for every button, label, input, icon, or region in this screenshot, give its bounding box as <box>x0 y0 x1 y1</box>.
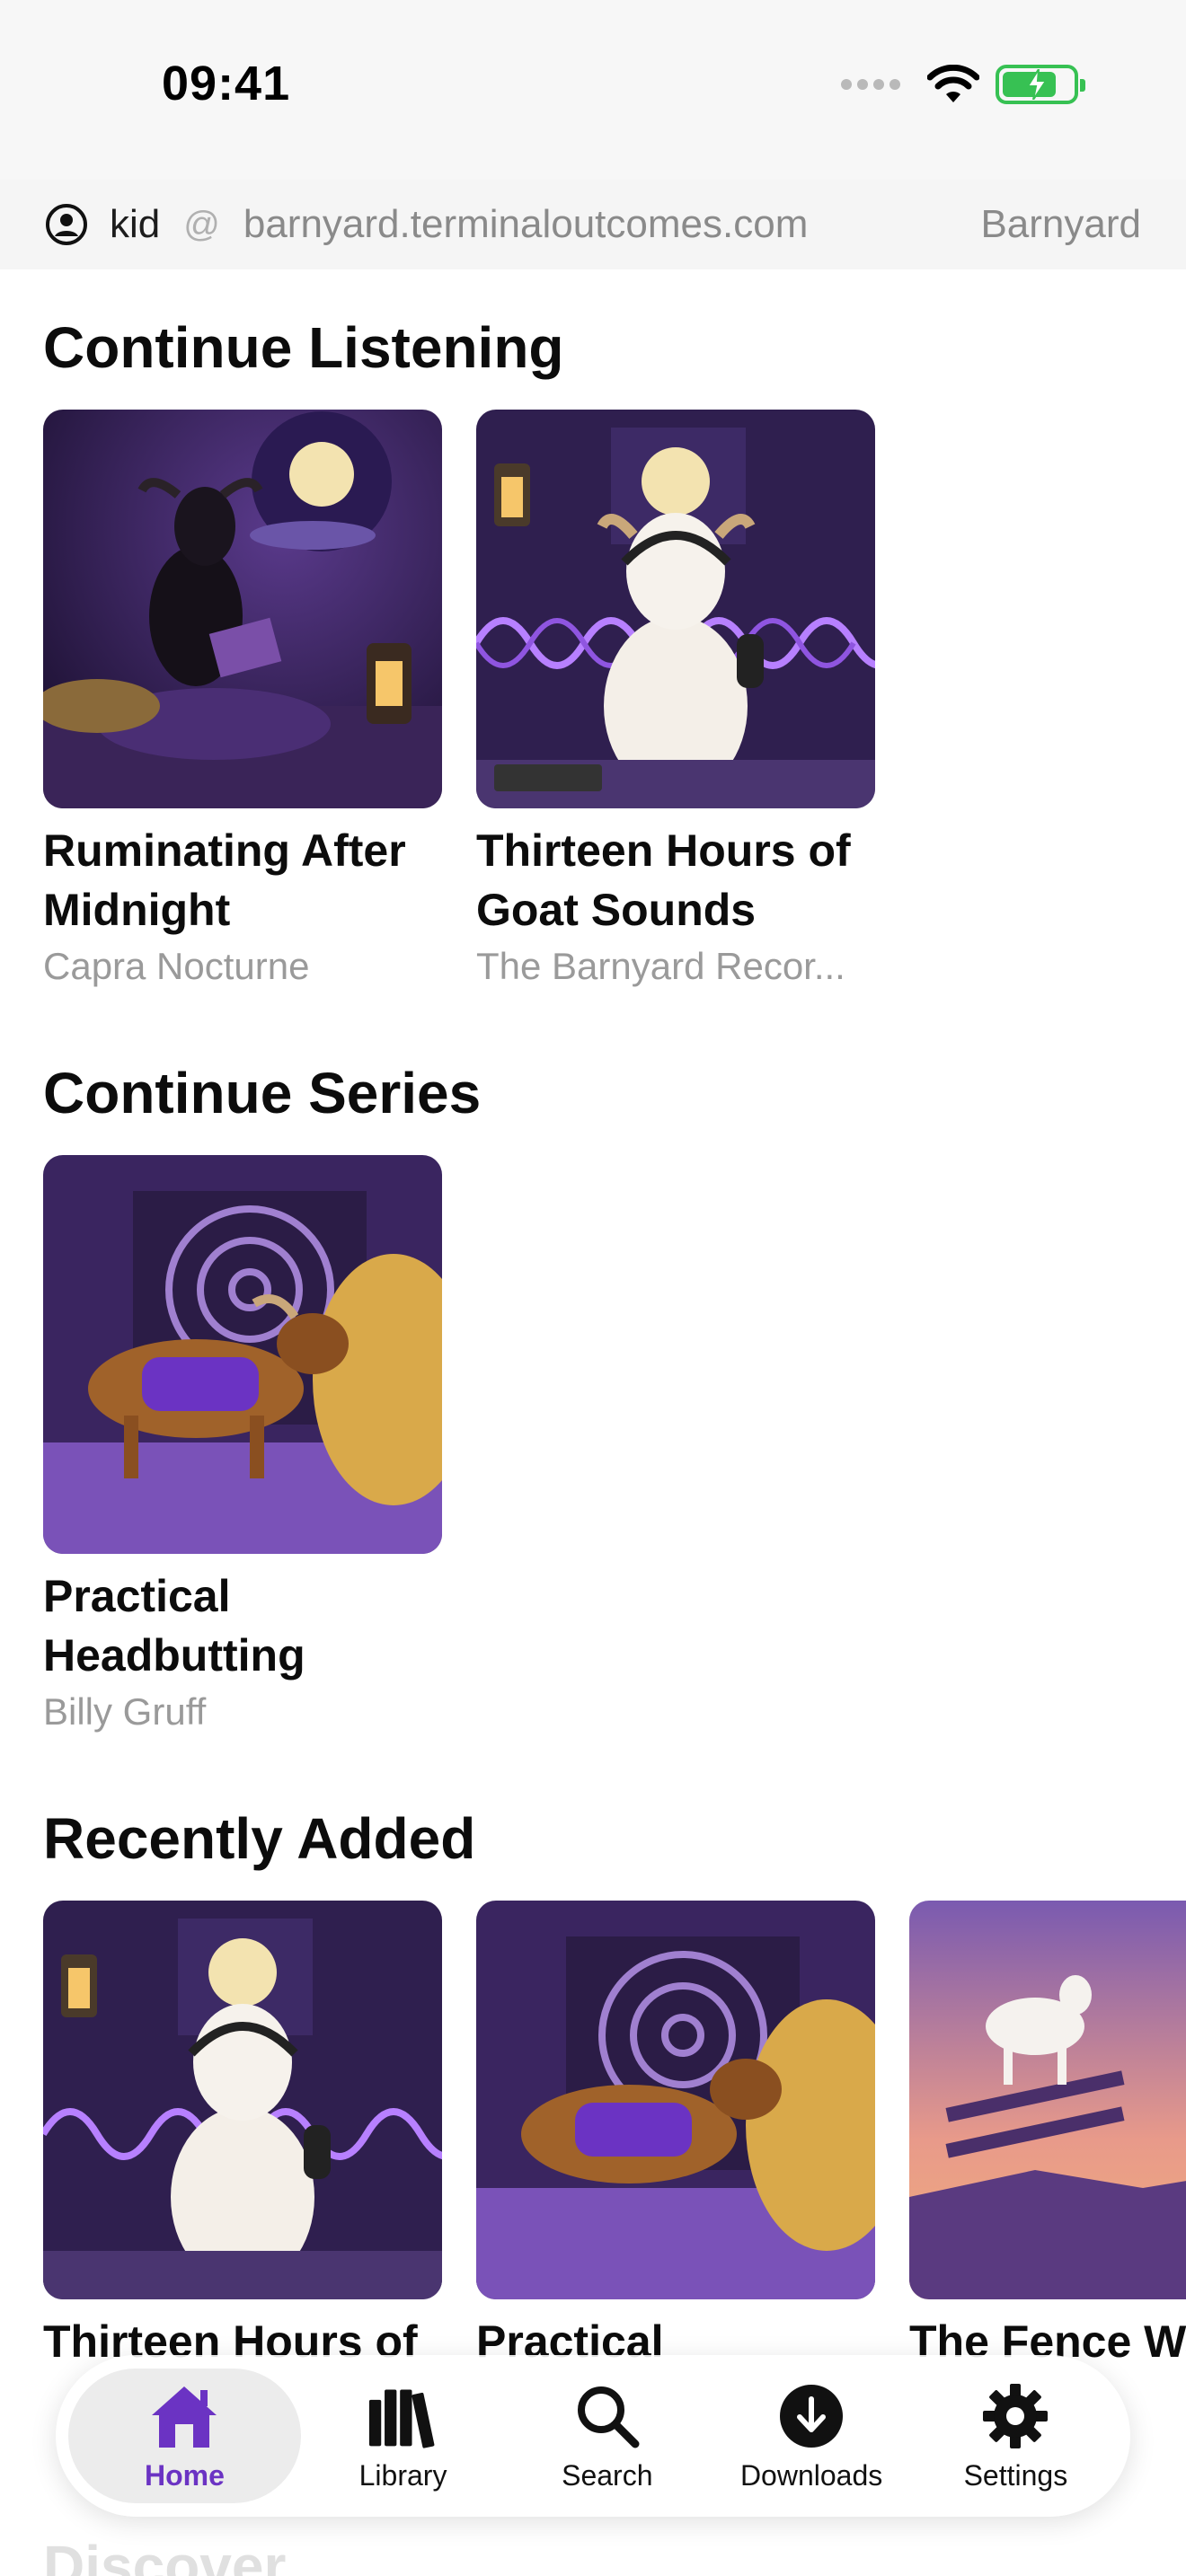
tab-settings[interactable]: Settings <box>914 2369 1118 2503</box>
book-card[interactable]: Thirteen Hours of <box>43 1901 442 2371</box>
battery-icon <box>996 65 1085 104</box>
book-cover <box>476 410 875 808</box>
home-content[interactable]: Continue Listening Ruminating After Midn… <box>0 269 1186 2576</box>
user-circle-icon <box>46 204 87 245</box>
section-title: Continue Series <box>43 1061 482 1125</box>
tab-home[interactable]: Home <box>68 2369 301 2503</box>
tab-label: Settings <box>963 2458 1068 2492</box>
server-bar[interactable]: kid @ barnyard.terminaloutcomes.com Barn… <box>0 180 1186 269</box>
book-author: Billy Gruff <box>43 1690 207 1733</box>
book-card[interactable]: Thirteen Hours of Goat Sounds The Barnya… <box>476 410 875 988</box>
book-title: Ruminating After Midnight <box>43 825 406 935</box>
recently-added-section: Recently Added Thirteen Hours of Practic… <box>43 1805 1186 2371</box>
gear-icon <box>979 2380 1051 2452</box>
tab-label: Search <box>562 2458 653 2492</box>
book-title: Practical Headbutting <box>43 1571 305 1681</box>
server-username: kid <box>110 202 161 246</box>
section-title: Recently Added <box>43 1806 476 1871</box>
tab-label: Home <box>144 2458 225 2492</box>
section-title: Continue Listening <box>43 315 564 380</box>
wifi-icon <box>927 65 979 102</box>
book-cover <box>43 410 442 808</box>
server-host: barnyard.terminaloutcomes.com <box>243 202 809 246</box>
book-cover <box>909 1901 1186 2299</box>
home-icon <box>148 2380 220 2452</box>
tab-search[interactable]: Search <box>505 2369 709 2503</box>
book-cover <box>43 1901 442 2299</box>
section-title-discover: Discover <box>43 2534 287 2576</box>
continue-series-section: Continue Series Practical Headbutting Bi… <box>43 1060 1186 1734</box>
book-card[interactable]: The Fence Wa <box>909 1901 1186 2371</box>
search-icon <box>571 2380 643 2452</box>
at-symbol: @ <box>183 204 220 244</box>
status-icons <box>841 65 1085 104</box>
book-card[interactable]: Practical Headbutting Billy Gruff <box>43 1155 442 1734</box>
tab-label: Downloads <box>739 2458 883 2492</box>
tab-downloads[interactable]: Downloads <box>709 2369 913 2503</box>
book-cover <box>476 1901 875 2299</box>
library-icon <box>367 2380 439 2452</box>
tab-library[interactable]: Library <box>301 2369 505 2503</box>
cellular-signal-icon <box>841 79 900 90</box>
book-card[interactable]: Practical <box>476 1901 875 2371</box>
continue-listening-section: Continue Listening Ruminating After Midn… <box>43 314 1186 988</box>
book-cover <box>43 1155 442 1554</box>
book-author: The Barnyard Recor... <box>476 945 845 987</box>
book-author: Capra Nocturne <box>43 945 310 987</box>
book-card[interactable]: Ruminating After Midnight Capra Nocturne <box>43 410 442 988</box>
tab-bar: Home Library Search Downloads Settings <box>56 2355 1130 2517</box>
book-title: Thirteen Hours of Goat Sounds <box>476 825 851 935</box>
status-time: 09:41 <box>162 57 291 110</box>
library-name[interactable]: Barnyard <box>980 202 1141 247</box>
download-icon <box>775 2380 847 2452</box>
status-bar: 09:41 <box>0 0 1186 180</box>
tab-label: Library <box>358 2458 447 2492</box>
